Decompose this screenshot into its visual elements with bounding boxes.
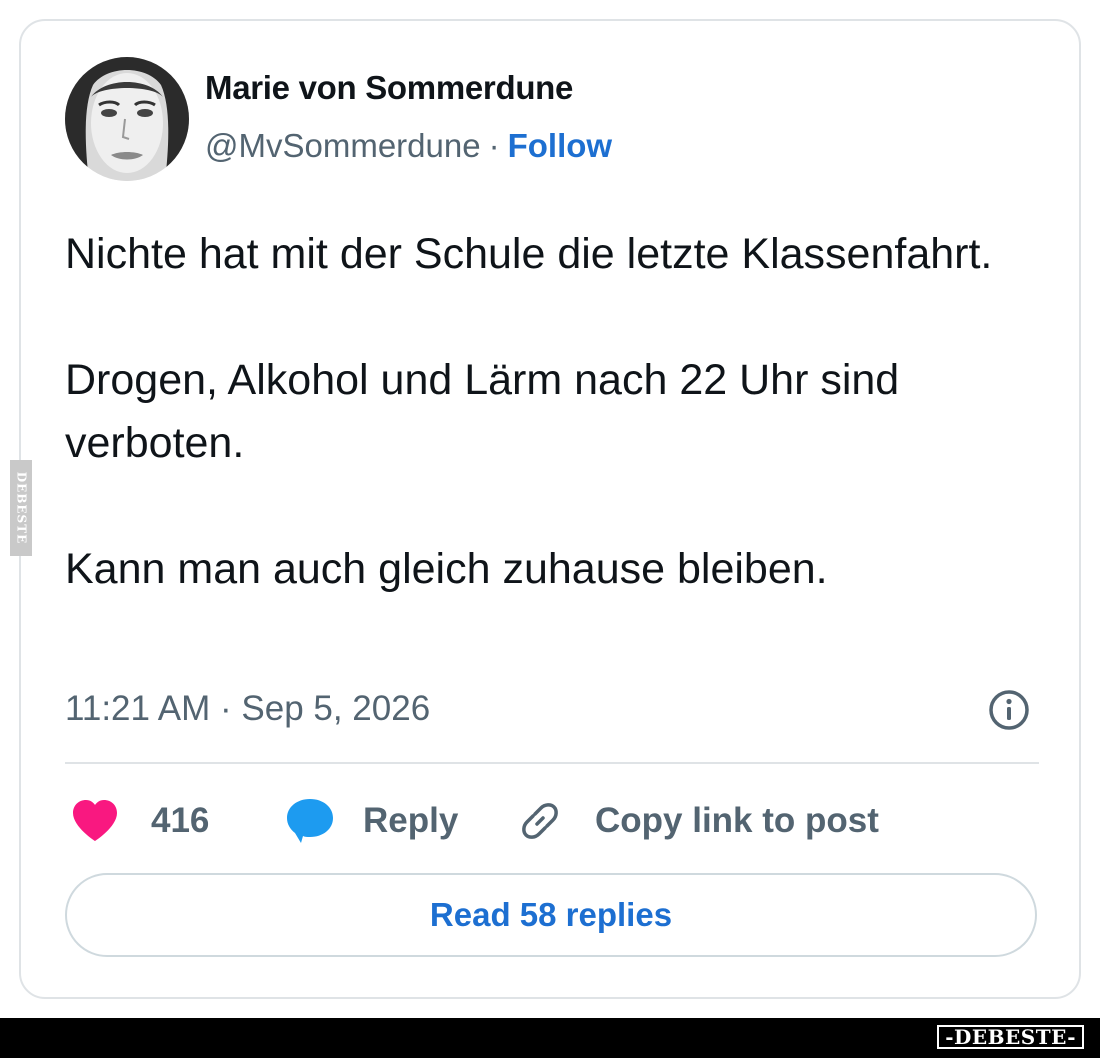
tweet-paragraph: Drogen, Alkohol und Lärm nach 22 Uhr sin… [65,356,900,467]
tweet-text: Nichte hat mit der Schule die letzte Kla… [65,223,1045,601]
like-button[interactable]: 416 [71,791,209,851]
handle-row: @MvSommerdune · Follow [205,127,612,165]
tweet-paragraph: Nichte hat mit der Schule die letzte Kla… [65,230,993,278]
read-replies-label: Read 58 replies [429,896,673,933]
link-icon [522,803,558,839]
avatar[interactable] [65,57,189,181]
avatar-portrait-icon [65,57,189,181]
author-handle[interactable]: @MvSommerdune [205,127,481,164]
tweet-card: Marie von Sommerdune @MvSommerdune · Follo… [19,19,1081,999]
side-watermark: DEBESTE [10,460,32,556]
heart-icon [73,800,117,841]
side-watermark-text: DEBESTE [14,471,28,545]
copy-link-label: Copy link to post [595,801,879,840]
footer-bar: -DEBESTE- [0,1018,1100,1058]
separator-dot: · [488,127,500,164]
divider [65,762,1039,764]
action-bar: 416 Reply Copy link to post [65,791,1039,851]
author-name[interactable]: Marie von Sommerdune [205,69,573,107]
copy-link-button[interactable]: Copy link to post [517,791,879,851]
reply-button[interactable]: Reply [285,791,458,851]
like-count: 416 [151,801,210,840]
follow-link[interactable]: Follow [508,127,612,164]
speech-bubble-icon [287,799,333,843]
footer-watermark-logo: -DEBESTE- [937,1025,1084,1049]
reply-label: Reply [363,801,459,840]
tweet-timestamp[interactable]: 11:21 AM · Sep 5, 2026 [65,689,430,729]
tweet-paragraph: Kann man auch gleich zuhause bleiben. [65,545,828,593]
info-icon[interactable] [987,688,1031,732]
read-replies-button[interactable]: Read 58 replies [65,873,1037,957]
